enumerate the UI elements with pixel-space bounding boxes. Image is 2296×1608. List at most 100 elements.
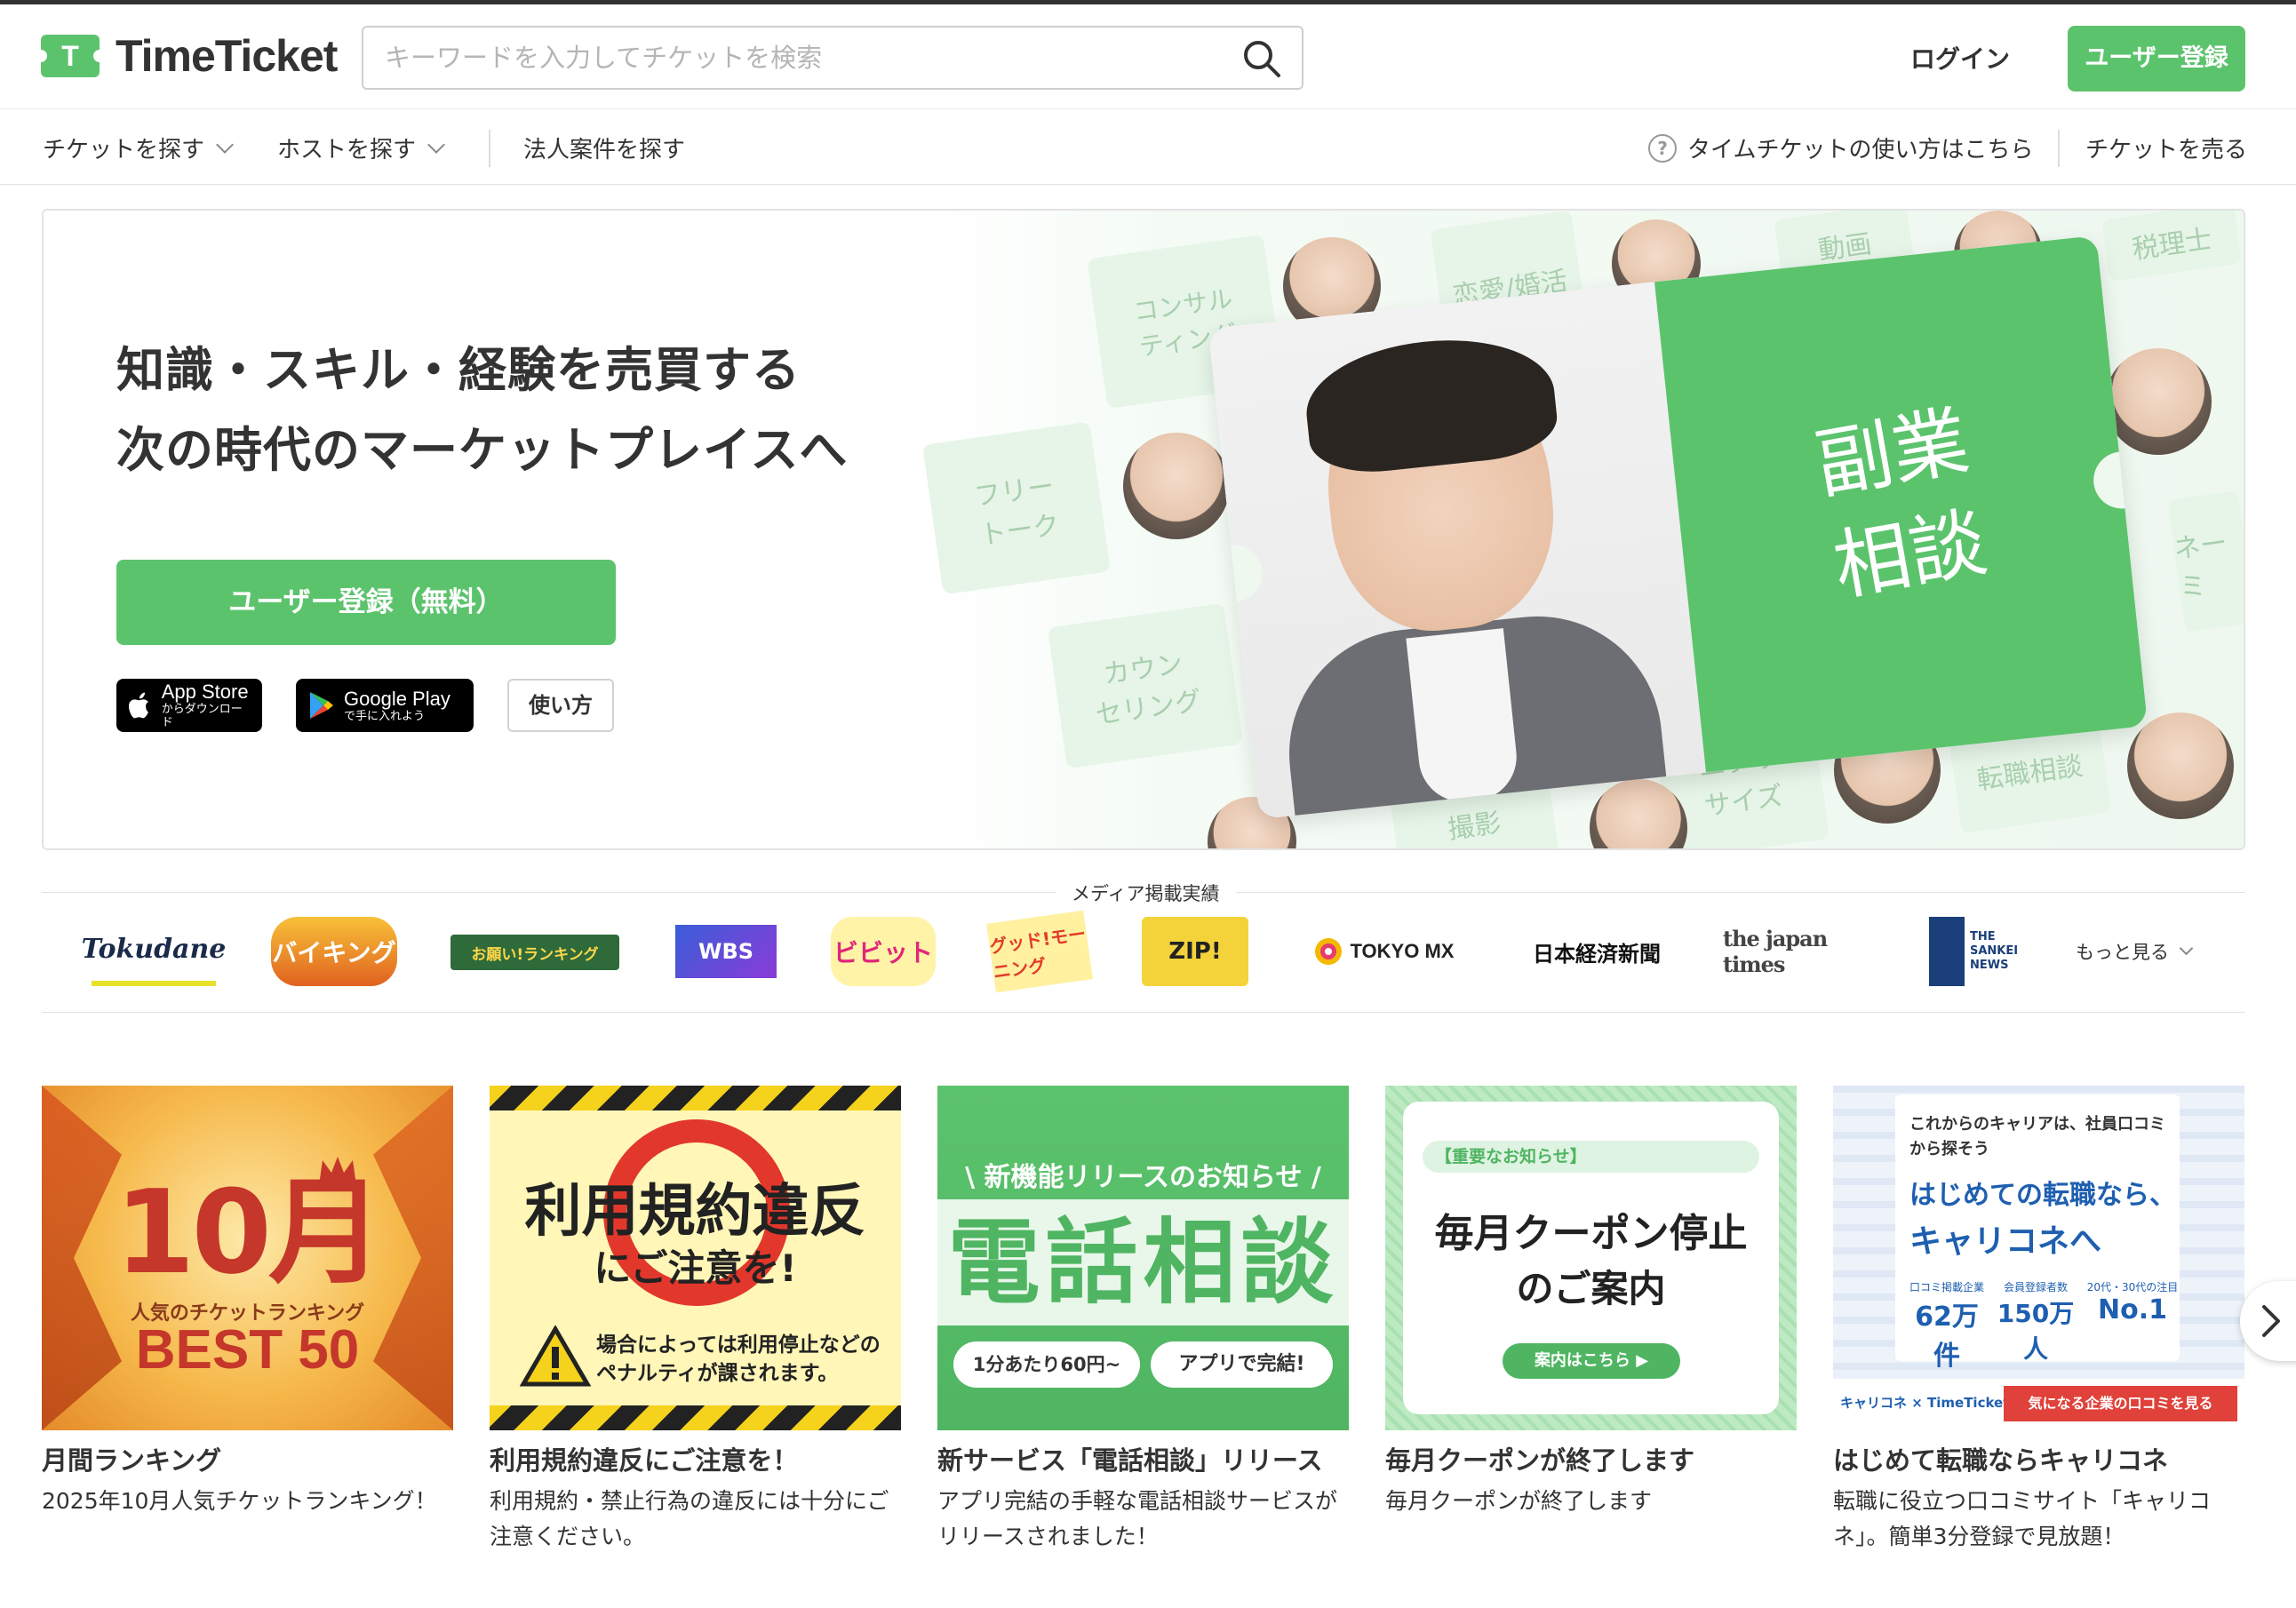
card-description: アプリ完結の手軽な電話相談サービスがリリースされました！ <box>937 1488 1338 1549</box>
card-image-lead: これからのキャリアは、社員口コミから探そう <box>1909 1115 2165 1158</box>
divider <box>2058 130 2060 167</box>
howto-link[interactable]: ? タイムチケットの使い方はこちら <box>1648 131 2033 164</box>
card-image-phone[interactable]: \ 新機能リリースのお知らせ / 電話相談 1分あたり60円~ アプリで完結! <box>937 1086 1349 1430</box>
login-link[interactable]: ログイン <box>1910 40 2010 76</box>
google-play-badge[interactable]: Google Play で手に入れよう <box>296 679 474 732</box>
card-image-button: 案内はこちら ▶ <box>1503 1343 1680 1379</box>
card-description: 2025年10月人気チケットランキング！ <box>42 1488 437 1514</box>
sell-ticket-link[interactable]: チケットを売る <box>2085 131 2247 164</box>
card-image-app-pill: アプリで完結! <box>1151 1341 1333 1388</box>
ticket-label-panel: 副業 相談 <box>1654 235 2149 773</box>
mini-ticket: フリー トーク <box>922 421 1111 595</box>
card-description: 利用規約・禁止行為の違反には十分にご注意ください。 <box>490 1488 889 1549</box>
chevron-down-icon <box>216 135 234 154</box>
card-image-heading: 10月 <box>115 1165 384 1300</box>
logo-text: TimeTicket <box>116 31 338 81</box>
media-logo-viking: バイキング <box>271 917 397 986</box>
card-image-best: BEST 50 <box>135 1319 360 1381</box>
news-card[interactable]: これからのキャリアは、社員口コミから探そう はじめての転職なら、 キャリコネへ … <box>1833 1086 2244 1555</box>
carousel-next-button[interactable] <box>2240 1281 2296 1361</box>
card-image-subheading: にご注意を! <box>594 1246 797 1290</box>
sub-navigation: チケットを探す ホストを探す 法人案件を探す ? タイムチケットの使い方はこちら… <box>0 110 2296 185</box>
card-image-heading: 毎月クーポン停止 <box>1434 1211 1748 1256</box>
hero-illustration: コンサル ティング 恋愛/婚活 動画 制作 税理士 フリー トーク カウン セリ… <box>922 211 2244 848</box>
news-card[interactable]: 10月 人気のチケットランキング BEST 50 月間ランキング 2025年10… <box>42 1086 453 1519</box>
card-image-terms[interactable]: 利用規約違反 にご注意を! 場合によっては利用停止などの ペナルティが課されます… <box>490 1086 901 1430</box>
news-card[interactable]: 【重要なお知らせ】 毎月クーポン停止 のご案内 案内はこちら ▶ 毎月クーポンが… <box>1385 1086 1797 1519</box>
media-logos: Tokudane バイキング お願い!ランキング WBS ビビット グッド!モー… <box>42 910 2245 993</box>
host-photo <box>1123 433 1230 539</box>
card-image-subheading: のご案内 <box>1516 1267 1666 1310</box>
host-portrait <box>1208 282 1706 820</box>
hero-register-button[interactable]: ユーザー登録（無料） <box>116 560 616 645</box>
warning-icon <box>520 1325 591 1387</box>
chevron-right-icon <box>2262 1305 2280 1337</box>
mini-ticket: ネーミ <box>2166 490 2244 633</box>
app-store-label: App Store <box>161 681 249 703</box>
card-title[interactable]: 毎月クーポンが終了します <box>1385 1443 1797 1478</box>
card-image-subheading: キャリコネへ <box>1909 1223 2102 1260</box>
find-host-menu[interactable]: ホストを探す <box>277 131 445 164</box>
divider <box>489 130 490 167</box>
register-button[interactable]: ユーザー登録 <box>2068 26 2245 92</box>
app-store-badge[interactable]: App Store からダウンロード <box>116 679 262 732</box>
card-title[interactable]: はじめて転職ならキャリコネ <box>1833 1443 2244 1478</box>
howto-button[interactable]: 使い方 <box>507 679 614 732</box>
media-logo-wbs: WBS <box>675 925 777 978</box>
logo[interactable]: T TimeTicket <box>35 29 338 83</box>
media-logo-bibitto: ビビット <box>831 917 936 986</box>
google-play-sublabel: で手に入れよう <box>344 709 426 723</box>
card-image-heading: はじめての転職なら、 <box>1909 1180 2176 1211</box>
media-more-link[interactable]: もっと見る <box>2076 938 2194 965</box>
caution-stripe-bottom <box>490 1405 901 1430</box>
media-logo-tokyo-mx: TOKYO MX <box>1299 917 1468 986</box>
host-photo <box>2127 712 2234 819</box>
card-description: 転職に役立つ口コミサイト「キャリコネ」。簡単3分登録で見放題！ <box>1833 1488 2212 1549</box>
media-label: メディア掲載実績 <box>1056 880 1236 906</box>
media-logo-zip: ZIP! <box>1142 917 1248 986</box>
card-image-heading: 電話相談 <box>937 1199 1349 1325</box>
find-ticket-menu[interactable]: チケットを探す <box>43 131 234 164</box>
card-image-heading: 利用規約違反 <box>524 1179 866 1245</box>
media-logo-tokudane: Tokudane <box>82 917 226 986</box>
card-image-brand: キャリコネ × TimeTicket <box>1840 1395 2010 1411</box>
header: T TimeTicket ログイン ユーザー登録 <box>0 4 2296 109</box>
ticket-label: 副業 相談 <box>1809 395 1994 612</box>
media-logo-japan-times: the japan times <box>1723 926 1828 977</box>
badge: 20代・30代の注目 No.1 <box>2086 1281 2179 1325</box>
search-icon[interactable] <box>1241 38 1282 79</box>
tokyo-mx-icon <box>1314 938 1342 965</box>
ticket-logo-icon: T <box>35 35 106 77</box>
app-store-sublabel: からダウンロード <box>161 703 243 729</box>
news-card[interactable]: 利用規約違反 にご注意を! 場合によっては利用停止などの ペナルティが課されます… <box>490 1086 901 1555</box>
featured-ticket: 副業 相談 <box>1208 235 2149 820</box>
card-title[interactable]: 利用規約違反にご注意を！ <box>490 1443 901 1478</box>
crown-icon <box>319 1157 356 1185</box>
card-image-note: 場合によっては利用停止などの ペナルティが課されます。 <box>596 1333 881 1385</box>
card-title[interactable]: 月間ランキング <box>42 1443 453 1478</box>
card-image-tagline: \ 新機能リリースのお知らせ / <box>965 1162 1321 1193</box>
mini-ticket: カウン セリング <box>1047 602 1244 769</box>
mini-ticket: 税理士 <box>2101 211 2243 283</box>
chevron-down-icon <box>427 135 445 154</box>
search-input[interactable] <box>363 28 1216 88</box>
card-image-ranking[interactable]: 10月 人気のチケットランキング BEST 50 <box>42 1086 453 1430</box>
media-logo-sankei: THE SANKEI NEWS <box>1929 917 2027 986</box>
corporate-link[interactable]: 法人案件を探す <box>523 131 685 164</box>
chevron-down-icon <box>2179 941 2194 955</box>
hero-title: 知識・スキル・経験を売買する 次の時代のマーケットプレイスへ <box>116 342 849 478</box>
google-play-icon <box>310 692 333 719</box>
host-photo <box>2105 348 2212 455</box>
badge: 口コミ掲載企業 62万件 <box>1909 1281 1984 1372</box>
caution-stripe-top <box>490 1086 901 1110</box>
card-image-careerconnect[interactable]: これからのキャリアは、社員口コミから探そう はじめての転職なら、 キャリコネへ … <box>1833 1086 2244 1430</box>
find-host-label: ホストを探す <box>277 137 417 163</box>
find-ticket-label: チケットを探す <box>43 137 205 163</box>
card-image-cta: 気になる企業の口コミを見る <box>2004 1386 2237 1421</box>
news-card[interactable]: \ 新機能リリースのお知らせ / 電話相談 1分あたり60円~ アプリで完結! … <box>937 1086 1349 1555</box>
media-logo-good-morning: グッド!モーニング <box>986 910 1093 993</box>
card-title[interactable]: 新サービス「電話相談」リリース <box>937 1443 1349 1478</box>
media-divider-bottom <box>42 1012 2245 1013</box>
card-image-price-pill: 1分あたり60円~ <box>953 1341 1140 1388</box>
card-image-coupon[interactable]: 【重要なお知らせ】 毎月クーポン停止 のご案内 案内はこちら ▶ <box>1385 1086 1797 1430</box>
